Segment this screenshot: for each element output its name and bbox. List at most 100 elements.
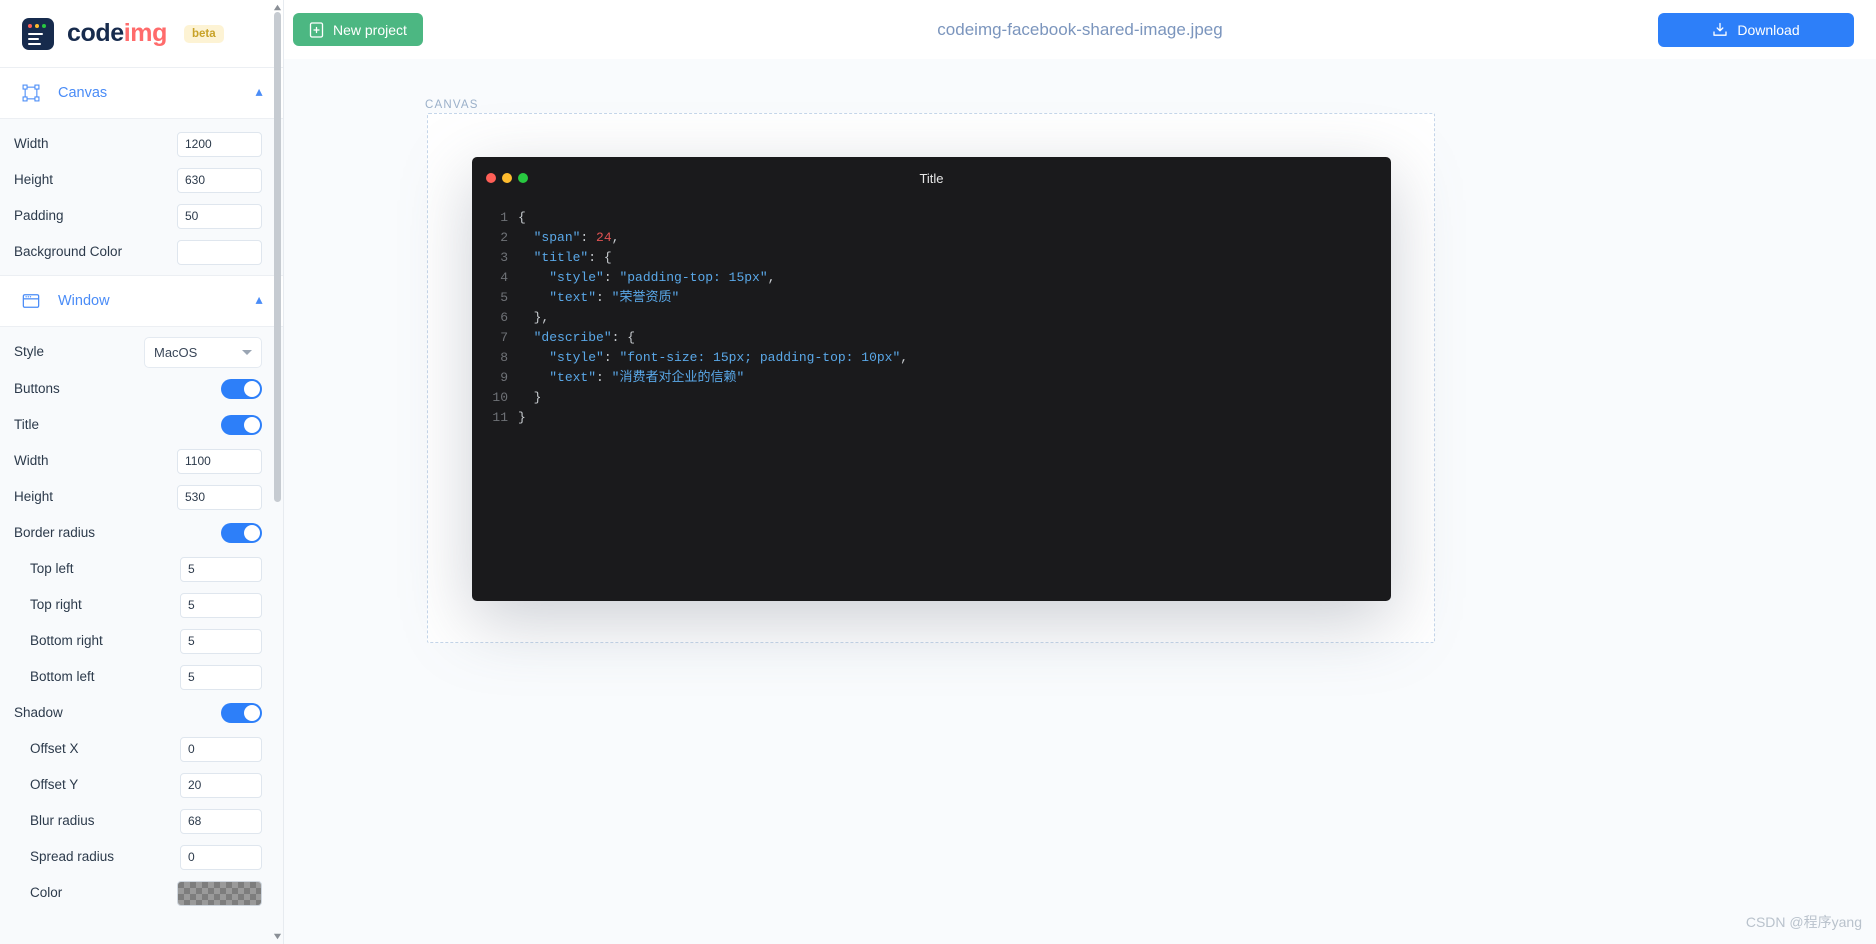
field-label: Bottom left — [30, 668, 95, 684]
field-row: Height — [0, 165, 283, 195]
line-content: } — [518, 388, 542, 408]
field-label: Style — [14, 344, 45, 360]
code-line: 6 }, — [472, 308, 1391, 328]
line-number: 3 — [500, 250, 508, 265]
token-punc: : { — [588, 250, 612, 265]
line-number: 10 — [492, 390, 508, 405]
token-punc: : — [603, 270, 620, 285]
window-style-select[interactable]: MacOS — [144, 337, 262, 368]
radius-bottom-right-input[interactable] — [180, 628, 262, 654]
scroll-up-arrow-icon[interactable] — [273, 3, 282, 12]
shadow-offset-y-input[interactable] — [180, 772, 262, 798]
line-content: "style": "font-size: 15px; padding-top: … — [518, 348, 908, 368]
field-row: Style MacOS — [0, 337, 283, 368]
line-number: 2 — [500, 230, 508, 245]
window-height-input[interactable] — [177, 484, 262, 510]
code-editor-content[interactable]: 1{2 "span": 24, 3 "title": {4 "style": "p… — [472, 199, 1391, 428]
line-content: "title": { — [518, 248, 612, 268]
section-body-canvas: Width Height Padding Background Color — [0, 119, 283, 275]
field-row: Spread radius — [0, 842, 283, 872]
codeimg-logo-icon — [22, 17, 54, 50]
token-punc: : — [580, 230, 597, 245]
canvas-width-input[interactable] — [177, 131, 262, 157]
radius-bottom-left-input[interactable] — [180, 664, 262, 690]
border-radius-toggle[interactable] — [221, 523, 262, 543]
watermark: CSDN @程序yang — [1745, 914, 1862, 930]
code-line: 9 "text": "消费者对企业的信赖" — [472, 368, 1391, 388]
chevron-up-icon[interactable]: ▼ — [253, 86, 265, 100]
document-title: codeimg-facebook-shared-image.jpeg — [937, 19, 1223, 39]
token-key: "text" — [549, 290, 597, 305]
window-width-input[interactable] — [177, 448, 262, 474]
canvas-height-input[interactable] — [177, 167, 262, 193]
field-label: Buttons — [14, 380, 60, 396]
sidebar-scrollbar-thumb[interactable] — [274, 12, 281, 502]
code-window-titlebar: Title — [472, 157, 1391, 199]
chevron-down-icon — [242, 350, 252, 355]
line-content: "text": "荣誉资质" — [518, 288, 679, 308]
field-row: Bottom left — [0, 662, 283, 692]
token-key: "text" — [549, 370, 597, 385]
radius-top-left-input[interactable] — [180, 556, 262, 582]
field-label: Offset X — [30, 740, 79, 756]
section-header-canvas[interactable]: Canvas ▼ — [0, 67, 283, 119]
field-label: Height — [14, 171, 54, 187]
line-number: 9 — [500, 370, 508, 385]
shadow-toggle[interactable] — [221, 703, 262, 723]
token-punc: : — [603, 350, 620, 365]
chevron-up-icon[interactable]: ▼ — [253, 294, 265, 308]
code-window-title: Title — [919, 170, 944, 186]
canvas-label: CANVAS — [425, 99, 479, 111]
line-number: 5 — [500, 290, 508, 305]
download-icon — [1713, 22, 1728, 36]
select-value: MacOS — [154, 345, 198, 360]
shadow-blur-radius-input[interactable] — [180, 808, 262, 834]
field-row: Blur radius — [0, 806, 283, 836]
scroll-down-arrow-icon[interactable] — [273, 932, 282, 941]
new-project-button[interactable]: New project — [293, 13, 423, 46]
field-label: Offset Y — [30, 776, 79, 792]
field-label: Padding — [14, 207, 64, 223]
download-label: Download — [1737, 21, 1800, 38]
field-row: Height — [0, 482, 283, 512]
field-label: Bottom right — [30, 632, 103, 648]
canvas-padding-input[interactable] — [177, 203, 262, 229]
field-label: Width — [14, 452, 49, 468]
download-button[interactable]: Download — [1658, 12, 1854, 47]
token-punc: { — [518, 210, 526, 225]
code-line: 2 "span": 24, — [472, 228, 1391, 248]
shadow-offset-x-input[interactable] — [180, 736, 262, 762]
code-window-preview[interactable]: Title 1{2 "span": 24, 3 "title": {4 "styl… — [472, 157, 1391, 601]
shadow-spread-radius-input[interactable] — [180, 844, 262, 870]
main-area: New project codeimg-facebook-shared-imag… — [284, 0, 1876, 944]
field-label: Height — [14, 488, 54, 504]
field-row: Offset X — [0, 734, 283, 764]
section-header-window[interactable]: Window ▼ — [0, 275, 283, 327]
canvas-background-color-input[interactable] — [177, 239, 262, 265]
sidebar: codeimg beta Canvas ▼ Width Height Padding Ba… — [0, 0, 284, 944]
line-number: 11 — [492, 410, 508, 425]
window-title-toggle[interactable] — [221, 415, 262, 435]
sidebar-scroll-area[interactable]: codeimg beta Canvas ▼ Width Height Padding Ba… — [0, 0, 283, 944]
brand-header[interactable]: codeimg beta — [0, 0, 283, 67]
field-label: Spread radius — [30, 848, 115, 864]
code-line: 10 } — [472, 388, 1391, 408]
token-punc: : — [596, 370, 612, 385]
section-body-window: Style MacOS Buttons Title Width Height Border … — [0, 327, 283, 916]
radius-top-right-input[interactable] — [180, 592, 262, 618]
token-str: "padding-top: 15px" — [619, 270, 768, 285]
field-row: Title — [0, 410, 283, 440]
window-buttons-toggle[interactable] — [221, 379, 262, 399]
field-label: Top right — [30, 596, 82, 612]
field-row: Buttons — [0, 374, 283, 404]
token-punc: , — [767, 270, 776, 285]
code-line: 8 "style": "font-size: 15px; padding-top… — [472, 348, 1391, 368]
line-content: "style": "padding-top: 15px", — [518, 268, 775, 288]
shadow-color-input[interactable] — [177, 880, 262, 906]
token-key: "span" — [533, 230, 581, 245]
field-row: Width — [0, 129, 283, 159]
